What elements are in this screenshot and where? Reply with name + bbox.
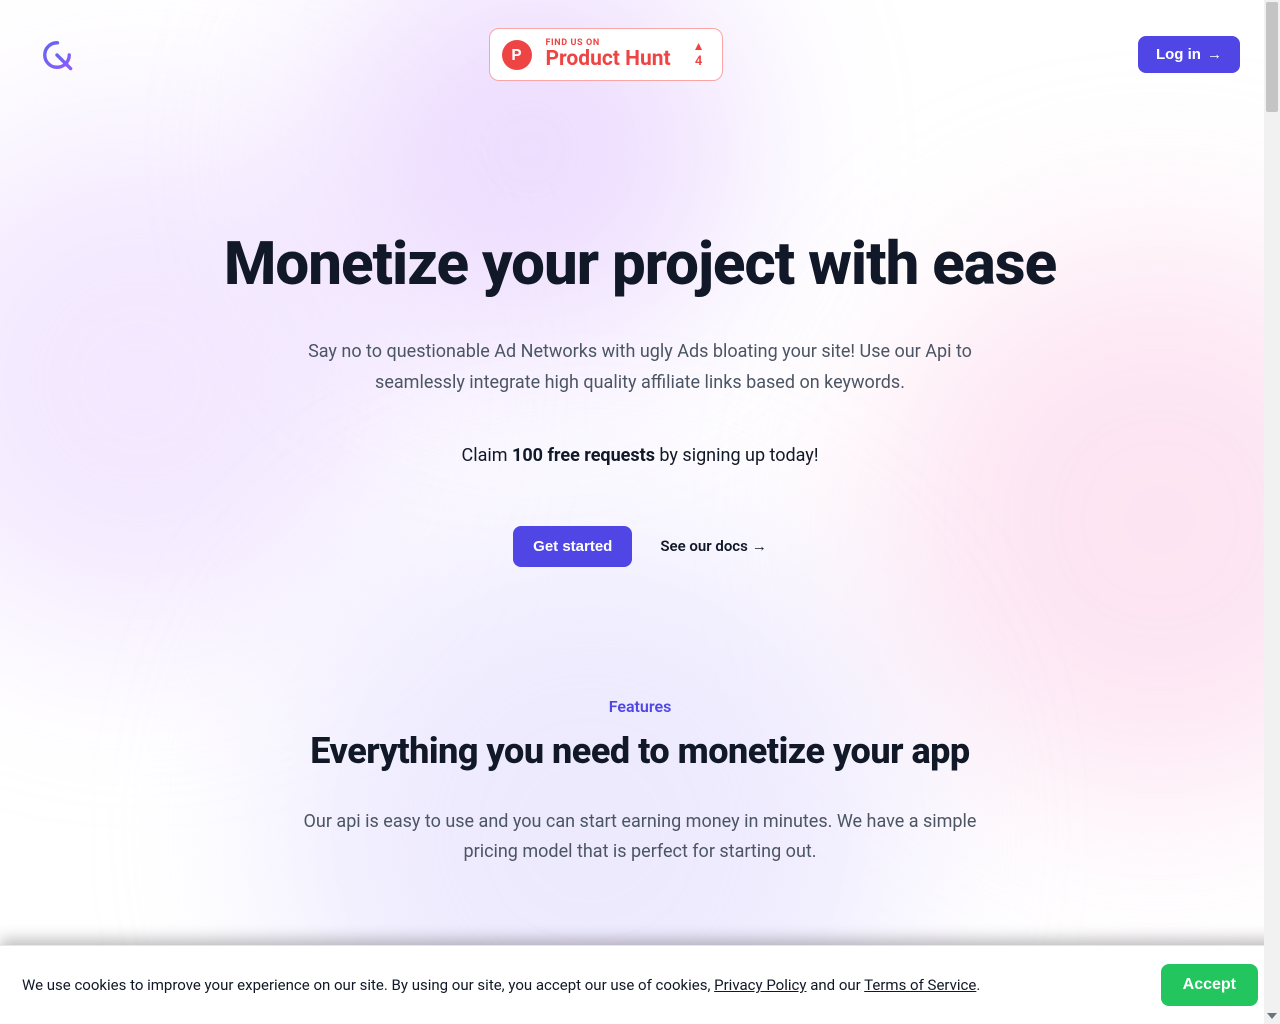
features-eyebrow: Features [230,697,1050,716]
login-button[interactable]: Log in → [1138,36,1240,73]
privacy-policy-link[interactable]: Privacy Policy [714,976,806,994]
header: P FIND US ON Product Hunt ▲ 4 Log in → [40,0,1240,81]
hero: Monetize your project with ease Say no t… [220,231,1060,566]
product-hunt-votes: ▲ 4 [693,40,705,69]
see-docs-label: See our docs [660,537,747,555]
hero-title: Monetize your project with ease [220,231,1060,297]
features-heading: Everything you need to monetize your app [230,730,1050,773]
product-hunt-name: Product Hunt [546,48,671,70]
logo-icon[interactable] [40,38,74,72]
login-label: Log in [1156,46,1201,63]
features-sub: Our api is easy to use and you can start… [300,807,980,868]
cta-row: Get started See our docs → [220,526,1060,567]
scrollbar-thumb[interactable] [1266,2,1278,112]
features-section: Features Everything you need to monetize… [230,697,1050,868]
cookie-text: We use cookies to improve your experienc… [22,976,980,994]
scrollbar[interactable] [1264,0,1280,1024]
arrow-right-icon: → [1207,46,1222,63]
terms-of-service-link[interactable]: Terms of Service [864,976,976,994]
upvote-triangle-icon: ▲ [693,40,705,52]
product-hunt-badge[interactable]: P FIND US ON Product Hunt ▲ 4 [489,28,724,81]
get-started-button[interactable]: Get started [513,526,632,567]
product-hunt-icon: P [502,40,532,70]
accept-cookies-button[interactable]: Accept [1161,964,1258,1006]
cookie-banner: We use cookies to improve your experienc… [0,945,1280,1024]
arrow-right-icon: → [752,537,767,555]
upvote-count: 4 [695,54,702,69]
scroll-down-icon[interactable] [1264,1008,1280,1024]
hero-subtitle: Say no to questionable Ad Networks with … [300,337,980,398]
see-docs-link[interactable]: See our docs → [660,537,766,555]
hero-claim: Claim 100 free requests by signing up to… [220,445,1060,466]
